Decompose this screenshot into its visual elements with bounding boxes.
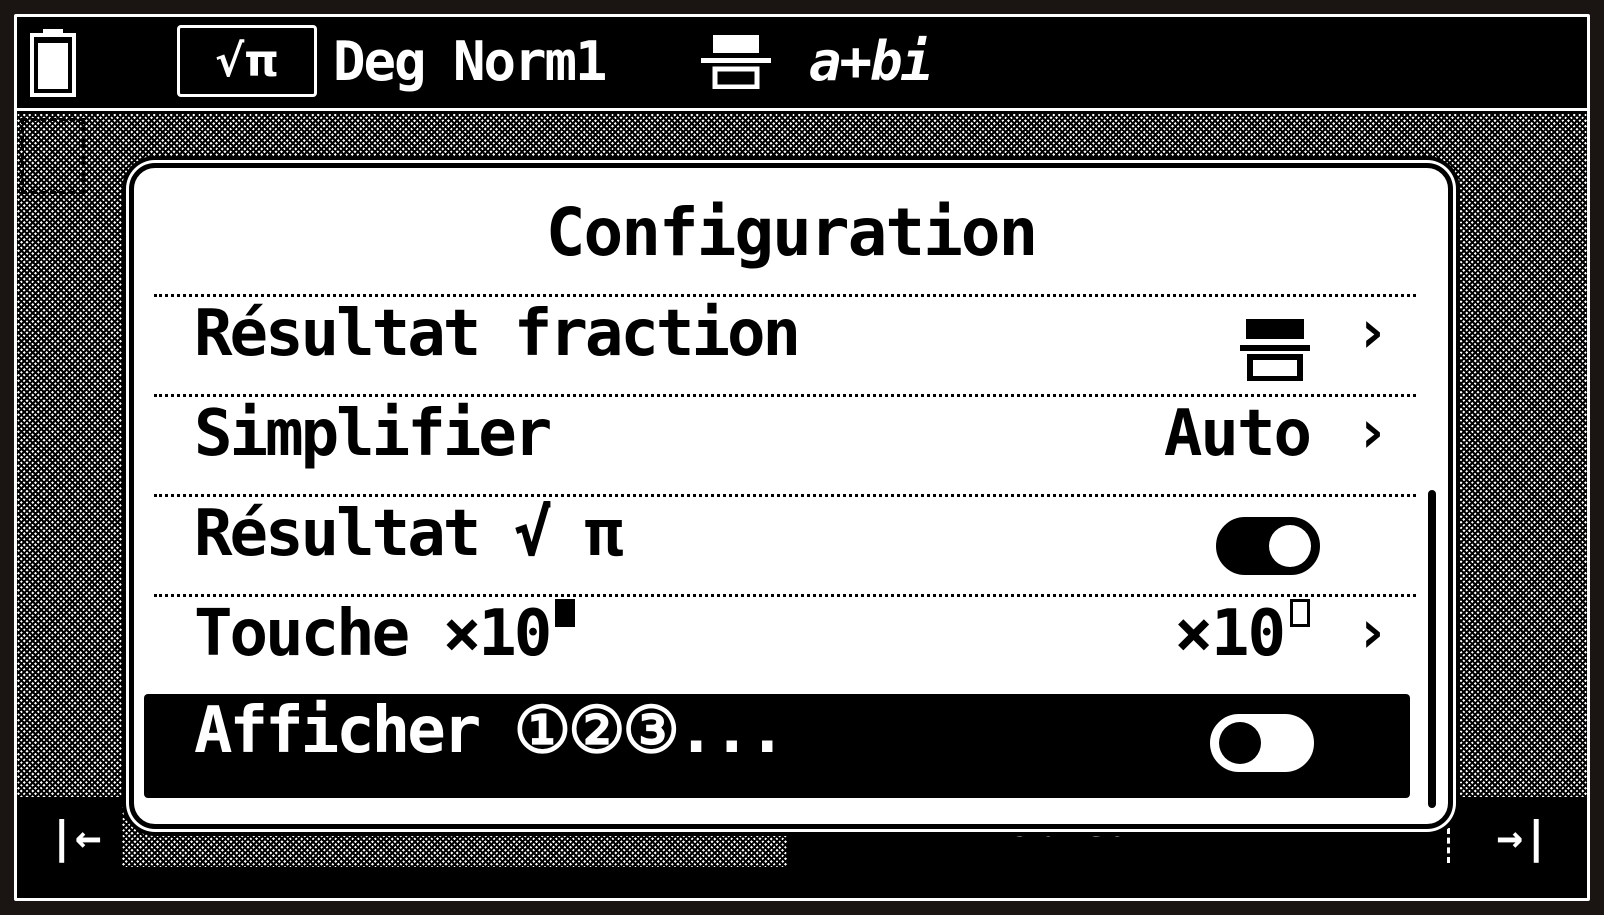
fraction-result-icon <box>1240 319 1310 381</box>
row-value: ×10 <box>1174 597 1286 671</box>
angle-mode-indicator: Deg <box>333 30 427 93</box>
next-app-button[interactable]: →| <box>1473 797 1573 877</box>
toggle-knob <box>1269 525 1311 567</box>
scrollbar[interactable] <box>1428 490 1436 808</box>
sqrt-pi-toggle[interactable] <box>1216 517 1320 575</box>
fraction-result-icon <box>701 35 771 89</box>
chevron-right-icon: › <box>1353 297 1390 367</box>
chevron-right-icon: › <box>1353 397 1390 467</box>
status-bar: √π Deg Norm1 a+bi <box>17 17 1587 111</box>
row-label: Résultat √ π <box>194 497 623 571</box>
row-show-circled-numbers[interactable]: Afficher ①②③... <box>144 694 1410 798</box>
empty-square-icon <box>1290 599 1310 627</box>
row-label: Résultat fraction <box>194 297 801 371</box>
row-label: Touche ×10 <box>194 597 552 671</box>
row-value: Auto <box>1163 397 1312 471</box>
filled-square-icon <box>555 599 576 627</box>
calculator-screen: √π Deg Norm1 a+bi |← Calcul Tableur →| C… <box>14 14 1590 901</box>
row-label-wrap: Touche ×10 <box>194 597 576 697</box>
row-sqrt-pi-result[interactable]: Résultat √ π <box>154 494 1416 594</box>
row-fraction-result[interactable]: Résultat fraction › <box>154 294 1416 394</box>
cursor-box <box>21 118 85 194</box>
display-mode-indicator: Norm1 <box>453 30 608 93</box>
sqrt-pi-indicator: √π <box>177 25 317 97</box>
previous-app-button[interactable]: |← <box>25 797 125 877</box>
toggle-knob <box>1219 722 1261 764</box>
row-x10-key[interactable]: Touche ×10 ×10 › <box>154 594 1416 694</box>
row-label: Simplifier <box>194 397 552 471</box>
circled-numbers-toggle[interactable] <box>1210 714 1314 772</box>
row-value-wrap: ×10 <box>1174 597 1310 697</box>
dialog-title: Configuration <box>545 194 1039 271</box>
row-label: Afficher ①②③... <box>194 694 786 768</box>
configuration-dialog: Configuration Résultat fraction › Simpli… <box>129 163 1453 829</box>
complex-mode-indicator: a+bi <box>809 30 933 93</box>
row-simplify[interactable]: Simplifier Auto › <box>154 394 1416 494</box>
battery-icon <box>30 29 76 97</box>
chevron-right-icon: › <box>1353 597 1390 667</box>
